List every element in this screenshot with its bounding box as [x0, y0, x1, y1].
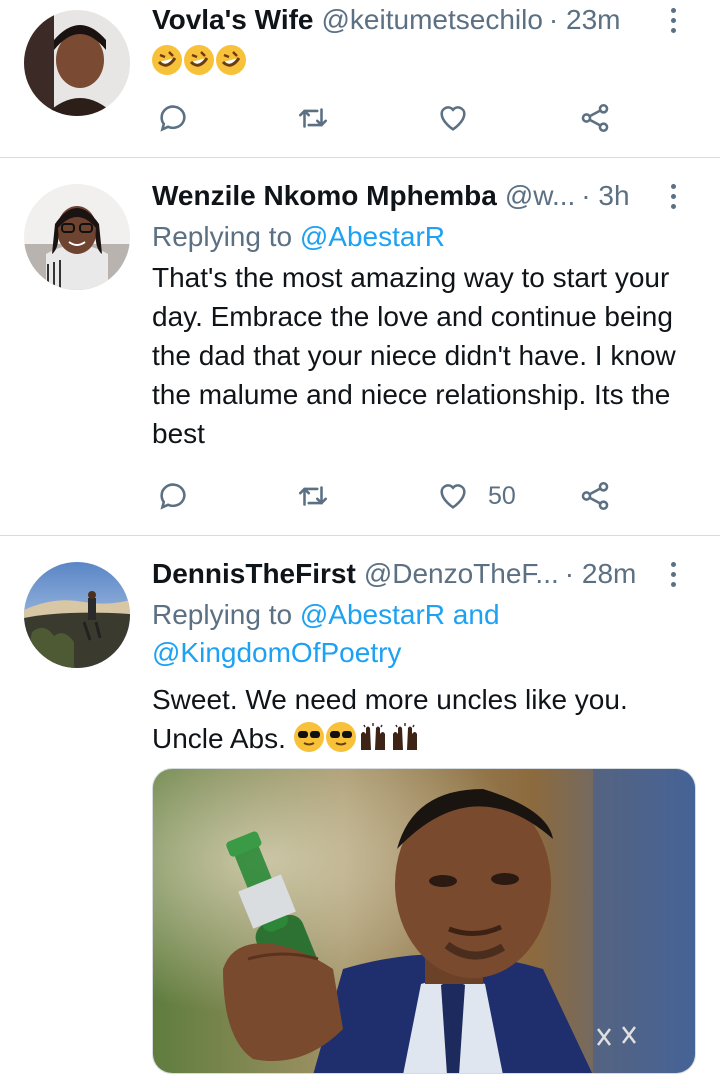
reply-button[interactable] — [156, 98, 190, 138]
author-handle[interactable]: @DenzoTheF... — [364, 556, 559, 592]
more-options-icon[interactable] — [664, 2, 682, 38]
tweet-text: Sweet. We need more uncles like you. Unc… — [152, 680, 672, 758]
mention-link[interactable]: @AbestarR — [300, 221, 445, 252]
retweet-button[interactable] — [296, 476, 330, 516]
tweet-media-image[interactable] — [152, 768, 696, 1074]
like-button[interactable]: 50 — [436, 476, 516, 516]
author-name[interactable]: Wenzile Nkomo Mphemba — [152, 178, 497, 214]
rofl-emoji — [152, 45, 182, 75]
reply-button[interactable] — [156, 476, 190, 516]
reply-icon — [160, 483, 186, 510]
heart-icon — [440, 484, 466, 509]
retweet-icon — [298, 108, 328, 128]
tweet-header: Wenzile Nkomo Mphemba @w... · 3h — [152, 178, 696, 214]
author-name[interactable]: Vovla's Wife — [152, 2, 314, 38]
mention-link[interactable]: @KingdomOfPoetry — [152, 637, 401, 668]
rofl-emoji — [184, 45, 214, 75]
replying-prefix: Replying to — [152, 221, 293, 252]
tweet-1[interactable]: Vovla's Wife @keitumetsechilo · 23m — [0, 0, 720, 158]
reply-icon — [160, 105, 186, 132]
more-options-icon[interactable] — [664, 178, 682, 214]
more-options-icon[interactable] — [664, 556, 682, 592]
rofl-emoji — [216, 45, 246, 75]
share-button[interactable] — [578, 476, 612, 516]
replying-to: Replying to @AbestarR and @KingdomOfPoet… — [152, 596, 552, 672]
tweet-header: Vovla's Wife @keitumetsechilo · 23m — [152, 2, 696, 38]
share-icon — [581, 481, 609, 511]
like-count: 50 — [488, 481, 516, 510]
tweet-text — [152, 42, 696, 81]
avatar[interactable] — [24, 184, 130, 290]
replying-and: and — [452, 599, 500, 630]
replying-to: Replying to @AbestarR — [152, 218, 696, 256]
heart-icon — [440, 106, 466, 131]
author-name[interactable]: DennisTheFirst — [152, 556, 356, 592]
like-button[interactable] — [436, 98, 470, 138]
tweet-text: That's the most amazing way to start you… — [152, 262, 676, 449]
retweet-button[interactable] — [296, 98, 330, 138]
share-button[interactable] — [578, 98, 612, 138]
timestamp[interactable]: · 3h — [581, 178, 629, 214]
avatar[interactable] — [24, 562, 130, 668]
timestamp[interactable]: · 23m — [549, 2, 621, 38]
tweet-header: DennisTheFirst @DenzoTheF... · 28m — [152, 556, 696, 592]
avatar[interactable] — [24, 10, 130, 116]
author-handle[interactable]: @w... — [505, 178, 575, 214]
timestamp[interactable]: · 28m — [565, 556, 637, 592]
author-handle[interactable]: @keitumetsechilo — [322, 2, 543, 38]
replying-prefix: Replying to — [152, 599, 293, 630]
sunglasses-emoji — [325, 722, 356, 752]
mention-link[interactable]: @AbestarR — [300, 599, 445, 630]
share-icon — [581, 103, 609, 133]
raised-hands-emoji — [390, 722, 420, 752]
tweet-3[interactable]: DennisTheFirst @DenzoTheF... · 28m Reply… — [0, 536, 720, 1088]
tweet-2[interactable]: Wenzile Nkomo Mphemba @w... · 3h Replyin… — [0, 158, 720, 536]
sunglasses-emoji — [293, 722, 324, 752]
retweet-icon — [298, 486, 328, 506]
raised-hands-emoji — [358, 722, 388, 752]
